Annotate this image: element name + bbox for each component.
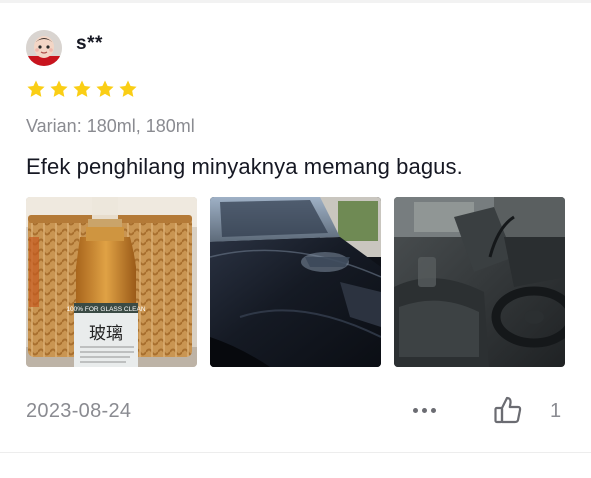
star-rating (26, 79, 138, 99)
review-photo-bottle[interactable]: 100% FOR GLASS CLEAN 玻璃 (26, 197, 197, 367)
star-icon (49, 79, 69, 99)
review-footer: 2023-08-24 1 (26, 394, 564, 426)
review-photo-car-hood[interactable] (210, 197, 381, 367)
like-count: 1 (550, 400, 562, 422)
star-icon (26, 79, 46, 99)
review-comment: Efek penghilang minyaknya memang bagus. (26, 154, 463, 179)
star-icon (95, 79, 115, 99)
star-icon (118, 79, 138, 99)
review-date: 2023-08-24 (26, 400, 132, 422)
review-photo-car-interior[interactable] (394, 197, 565, 367)
star-icon (72, 79, 92, 99)
bottle-label-chinese: 玻璃 (89, 324, 123, 344)
bottom-divider (0, 452, 591, 453)
bottle-label-text: 100% FOR GLASS CLEAN (66, 306, 145, 313)
review-card: s** Varian: 180ml, 180ml Efek penghilang… (0, 0, 591, 452)
more-options-icon[interactable] (409, 398, 439, 422)
review-header: s** (26, 30, 103, 66)
review-photos: 100% FOR GLASS CLEAN 玻璃 (26, 197, 565, 367)
variant-text: Varian: 180ml, 180ml (26, 116, 195, 136)
avatar[interactable] (26, 30, 62, 66)
thumbs-up-icon[interactable] (492, 394, 526, 426)
avatar-image (26, 30, 62, 66)
username: s** (76, 33, 103, 54)
